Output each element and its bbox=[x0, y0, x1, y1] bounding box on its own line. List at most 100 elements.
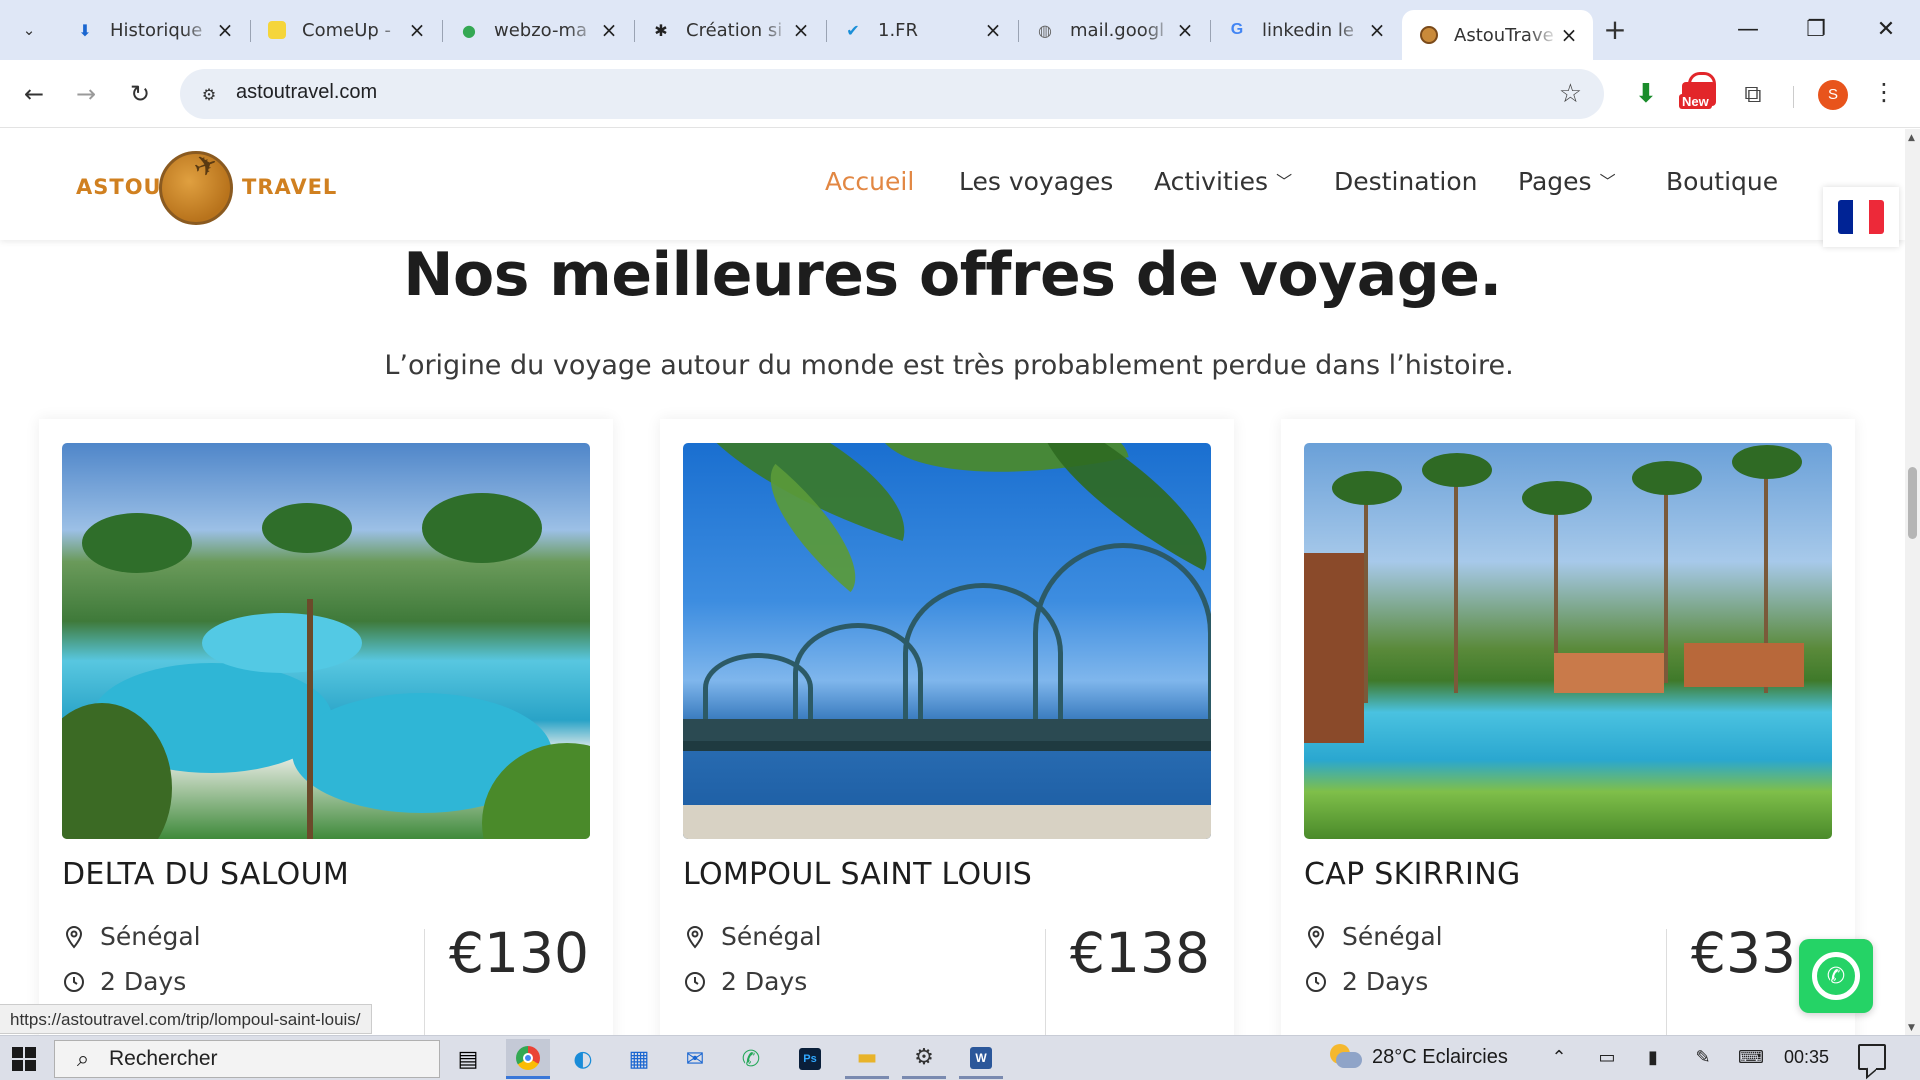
edge-icon[interactable]: ◐ bbox=[561, 1039, 605, 1079]
download-extension-button[interactable]: ⬇ bbox=[1628, 74, 1664, 114]
display-icon[interactable]: ▭ bbox=[1594, 1045, 1620, 1071]
bookmark-star-icon[interactable]: ☆ bbox=[1559, 79, 1582, 109]
profile-avatar[interactable]: S bbox=[1818, 80, 1848, 110]
chrome-icon[interactable] bbox=[506, 1039, 550, 1079]
close-window-button[interactable]: ✕ bbox=[1866, 12, 1906, 48]
browser-tab[interactable]: ✱ Création si × bbox=[634, 10, 825, 50]
close-icon[interactable]: × bbox=[983, 18, 1003, 42]
partly-cloudy-icon bbox=[1326, 1042, 1362, 1072]
maps-pin-icon: ● bbox=[462, 20, 476, 40]
browser-tab[interactable]: ComeUp - × bbox=[250, 10, 441, 50]
weather-widget[interactable]: 28°C Eclaircies bbox=[1326, 1042, 1508, 1072]
scroll-up-icon[interactable]: ▲ bbox=[1908, 133, 1915, 143]
trip-photo-resort-pool[interactable] bbox=[62, 443, 590, 839]
section-title: Nos meilleures offres de voyage. bbox=[403, 240, 1502, 310]
tune-icon: ⚙ bbox=[201, 84, 217, 104]
tab-title: 1.FR bbox=[878, 19, 919, 41]
browser-menu-button[interactable]: ⋮ bbox=[1872, 78, 1896, 106]
globe-icon: ◍ bbox=[1038, 20, 1052, 40]
nav-boutique[interactable]: Boutique bbox=[1666, 167, 1778, 196]
map-pin-icon bbox=[62, 925, 86, 949]
photoshop-icon[interactable]: Ps bbox=[788, 1039, 832, 1079]
chevron-up-icon[interactable]: ⌃ bbox=[1546, 1045, 1572, 1071]
more-vert-icon: ⋮ bbox=[1872, 78, 1896, 106]
close-icon[interactable]: × bbox=[1559, 23, 1579, 47]
trip-photo-bridge[interactable] bbox=[683, 443, 1211, 839]
notification-icon[interactable] bbox=[1858, 1044, 1886, 1070]
back-button[interactable]: ← bbox=[16, 76, 52, 112]
close-icon[interactable]: × bbox=[215, 18, 235, 42]
tab-search-button[interactable]: ⌄ bbox=[12, 15, 46, 45]
browser-tab-active[interactable]: AstouTrave × bbox=[1402, 10, 1593, 60]
close-icon[interactable]: × bbox=[791, 18, 811, 42]
close-icon: ✕ bbox=[1876, 17, 1896, 42]
trip-duration-label: 2 Days bbox=[100, 967, 187, 996]
battery-icon[interactable]: ▮ bbox=[1640, 1045, 1666, 1071]
browser-tab[interactable]: G linkedin le × bbox=[1210, 10, 1401, 50]
nav-activities[interactable]: Activities ﹀ bbox=[1154, 167, 1292, 196]
chevron-down-icon: ﹀ bbox=[1599, 172, 1616, 191]
forward-button[interactable]: → bbox=[68, 76, 104, 112]
puzzle-icon: ⧉ bbox=[1744, 80, 1762, 108]
url-text[interactable]: astoutravel.com bbox=[236, 81, 377, 104]
download-arrow-icon: ⬇ bbox=[1635, 79, 1657, 109]
weather-text: 28°C Eclaircies bbox=[1372, 1045, 1508, 1068]
close-icon[interactable]: × bbox=[407, 18, 427, 42]
french-flag-icon bbox=[1838, 200, 1884, 234]
nav-les-voyages[interactable]: Les voyages bbox=[959, 167, 1113, 196]
trip-card[interactable]: CAP SKIRRING Sénégal 2 Days €33 bbox=[1281, 419, 1855, 1035]
astou-favicon-icon bbox=[1418, 24, 1440, 46]
trip-name[interactable]: LOMPOUL SAINT LOUIS bbox=[683, 857, 1032, 892]
trip-name[interactable]: DELTA DU SALOUM bbox=[62, 857, 349, 892]
plus-icon: + bbox=[1603, 13, 1627, 46]
whatsapp-taskbar-icon[interactable]: ✆ bbox=[729, 1039, 773, 1079]
browser-tab[interactable]: ✔ 1.FR × bbox=[826, 10, 1017, 50]
astou-travel-logo[interactable]: ASTOU ✈ TRAVEL bbox=[74, 141, 336, 231]
restore-button[interactable]: ❐ bbox=[1796, 12, 1836, 48]
nav-destination[interactable]: Destination bbox=[1334, 167, 1477, 196]
new-extension-button[interactable]: New bbox=[1679, 72, 1719, 114]
trip-card[interactable]: DELTA DU SALOUM Sénégal 2 Days €130 bbox=[39, 419, 613, 1035]
scrollbar-thumb[interactable] bbox=[1908, 467, 1917, 539]
logo-word-right: TRAVEL bbox=[242, 175, 338, 199]
reload-button[interactable]: ↻ bbox=[122, 76, 158, 112]
site-info-button[interactable]: ⚙ bbox=[194, 79, 224, 109]
nav-pages[interactable]: Pages ﹀ bbox=[1518, 167, 1616, 196]
close-icon[interactable]: × bbox=[1367, 18, 1387, 42]
browser-tab[interactable]: ● webzo-ma × bbox=[442, 10, 633, 50]
new-tab-button[interactable]: + bbox=[1598, 14, 1632, 48]
file-explorer-icon[interactable]: ▬ bbox=[845, 1039, 889, 1079]
close-icon[interactable]: × bbox=[1175, 18, 1195, 42]
scroll-down-icon[interactable]: ▼ bbox=[1908, 1023, 1915, 1033]
windows-start-icon[interactable] bbox=[12, 1047, 36, 1071]
browser-tab[interactable]: ⬇ Historique × bbox=[58, 10, 249, 50]
trip-card[interactable]: LOMPOUL SAINT LOUIS Sénégal 2 Days €138 bbox=[660, 419, 1234, 1035]
mail-icon[interactable]: ✉ bbox=[673, 1039, 717, 1079]
language-switcher-french[interactable] bbox=[1823, 187, 1899, 247]
logo-word-left: ASTOU bbox=[76, 175, 162, 199]
tab-title: Création si bbox=[686, 19, 783, 41]
trip-name[interactable]: CAP SKIRRING bbox=[1304, 857, 1521, 892]
pen-icon[interactable]: ✎ bbox=[1690, 1045, 1716, 1071]
address-bar[interactable]: ⚙ astoutravel.com ☆ bbox=[180, 69, 1604, 119]
minimize-button[interactable]: — bbox=[1728, 12, 1768, 48]
map-pin-icon bbox=[683, 925, 707, 949]
new-badge: New bbox=[1679, 94, 1712, 109]
extensions-button[interactable]: ⧉ bbox=[1735, 74, 1771, 114]
whatsapp-chat-button[interactable]: ✆ bbox=[1799, 939, 1873, 1013]
word-icon[interactable]: W bbox=[959, 1039, 1003, 1079]
task-view-icon[interactable]: ▤ bbox=[446, 1039, 490, 1079]
settings-icon[interactable]: ⚙ bbox=[902, 1039, 946, 1079]
taskbar-clock[interactable]: 00:35 bbox=[1784, 1047, 1829, 1068]
page-scrollbar[interactable]: ▲ ▼ bbox=[1905, 129, 1920, 1035]
trip-photo-resort-palms[interactable] bbox=[1304, 443, 1832, 839]
windows-taskbar: ⌕ Rechercher ▤ ◐ ▦ ✉ ✆ Ps ▬ ⚙ W 28°C Ecl… bbox=[0, 1035, 1920, 1080]
card-divider bbox=[1666, 929, 1667, 1035]
close-icon[interactable]: × bbox=[599, 18, 619, 42]
store-icon[interactable]: ▦ bbox=[617, 1039, 661, 1079]
nav-accueil[interactable]: Accueil bbox=[825, 167, 914, 196]
taskbar-search[interactable]: ⌕ Rechercher bbox=[54, 1040, 440, 1078]
keyboard-icon[interactable]: ⌨ bbox=[1738, 1045, 1764, 1071]
browser-tab[interactable]: ◍ mail.googl × bbox=[1018, 10, 1209, 50]
arrow-left-icon: ← bbox=[23, 80, 45, 108]
